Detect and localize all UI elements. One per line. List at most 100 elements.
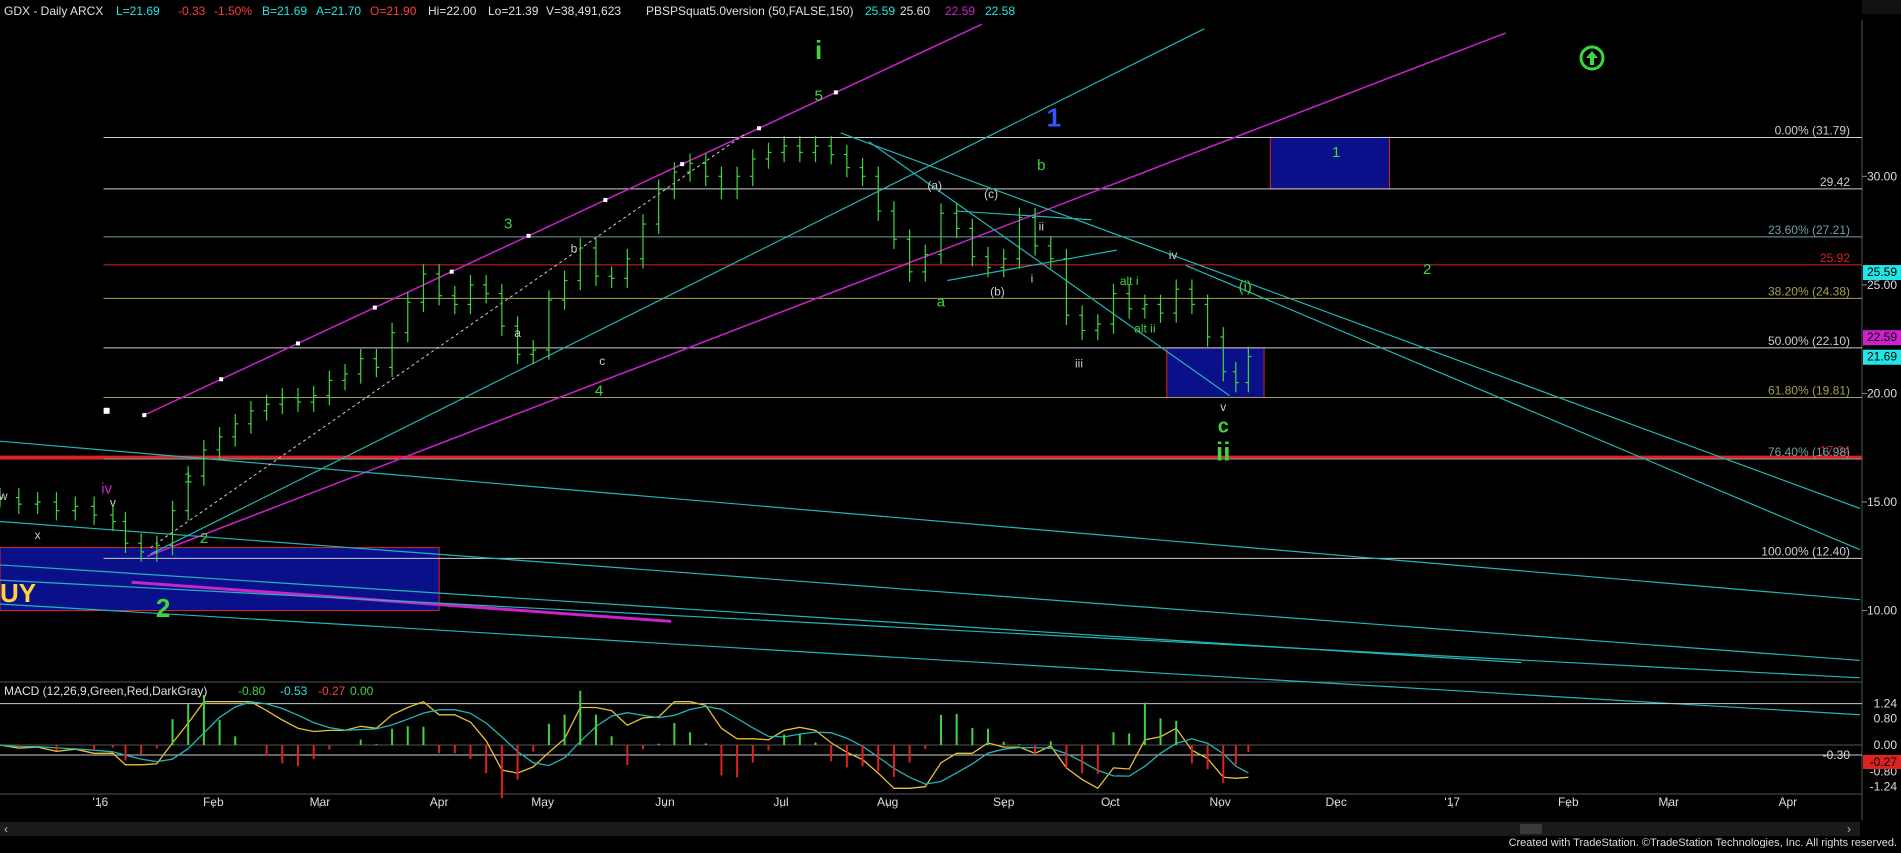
wave-label-11: a (937, 294, 946, 311)
macd-scale-2: 0.00 (1874, 738, 1898, 752)
wave-label-21: c (599, 354, 605, 368)
price-tick-label-0: 30.00 (1867, 169, 1897, 183)
x-tick-label-9: Oct (1101, 795, 1120, 809)
header-ind-value-4: 22.58 (985, 4, 1015, 18)
x-tick-label-5: Jun (655, 795, 674, 809)
wave-label-1: 5 (814, 87, 822, 104)
macd-value-2: -0.53 (280, 684, 308, 698)
channel-dot-5 (526, 233, 531, 238)
level-label-8: 76.40% (16.98) (1768, 445, 1850, 459)
wave-label-30: UY (0, 578, 36, 608)
price-badge-label-0: 25.59 (1867, 265, 1897, 279)
channel-dot-4 (449, 269, 454, 274)
header-ind-value-1: 25.59 (865, 4, 895, 18)
wave-label-6: ii (1039, 220, 1044, 234)
header-volume: V=38,491,623 (546, 4, 621, 18)
wave-label-5: (c) (984, 187, 998, 201)
channel-dot-6 (603, 197, 608, 202)
scroll-right-icon[interactable]: › (1847, 822, 1851, 836)
level-label-2: 23.60% (27.21) (1768, 223, 1850, 237)
tradestation-chart: 0.00% (31.79) 29.42 23.60% (27.21) 25.92 38.… (0, 0, 1901, 849)
wave-label-19: b (571, 241, 578, 255)
price-tick-label-3: 15.00 (1867, 495, 1897, 509)
channel-anchor-dot (103, 407, 110, 414)
scroll-left-icon[interactable]: ‹ (4, 822, 8, 836)
wave-label-14: iii (1075, 356, 1083, 370)
wave-label-4: (a) (927, 178, 942, 192)
header-ind-value-2: 25.60 (900, 4, 930, 18)
macd-side-label-1: -0.27 (1870, 755, 1898, 769)
macd-scale-1: 0.80 (1874, 711, 1898, 725)
target-box-wave-1 (1269, 136, 1391, 190)
wave-label-27: 1 (184, 469, 192, 486)
x-tick-label-13: Feb (1558, 795, 1579, 809)
wave-label-31: 1 (1332, 144, 1340, 161)
wave-label-20: a (514, 326, 521, 340)
level-label-9: 100.00% (12.40) (1761, 544, 1850, 558)
wave-label-29: 2 (156, 593, 170, 623)
header-change-pct: -1.50% (214, 4, 252, 18)
level-label-6: 61.80% (19.81) (1768, 384, 1850, 398)
level-label-4: 38.20% (24.38) (1768, 284, 1850, 298)
wave-label-2: 1 (1047, 102, 1061, 132)
x-tick-label-1: Feb (203, 795, 224, 809)
wave-label-9: i (1031, 272, 1034, 286)
x-tick-label-12: '17 (1444, 795, 1460, 809)
header-bid: B=21.69 (262, 4, 307, 18)
macd-value-4: 0.00 (350, 684, 374, 698)
header-ask: A=21.70 (316, 4, 361, 18)
macd-value-3: -0.27 (318, 684, 346, 698)
wave-label-15: v (1220, 400, 1226, 414)
wave-label-18: 3 (504, 215, 512, 232)
x-tick-label-4: May (531, 795, 554, 809)
channel-dot-2 (295, 341, 300, 346)
vertical-scrollbar[interactable] (1862, 0, 1901, 14)
x-tick-label-2: Mar (310, 795, 331, 809)
channel-dot-7 (680, 162, 685, 167)
header-change: -0.33 (178, 4, 206, 18)
price-chart-svg: 0.00% (31.79) 29.42 23.60% (27.21) 25.92 38.… (0, 0, 1901, 849)
wave-label-22: 4 (595, 383, 603, 400)
scrollbar-thumb[interactable] (1520, 824, 1542, 834)
wave-label-32: 2 (1423, 261, 1431, 278)
macd-value-1: -0.80 (238, 684, 266, 698)
wave-label-12: alt i (1120, 274, 1139, 288)
price-tick-label-4: 10.00 (1867, 604, 1897, 618)
wave-label-8: (i) (1239, 278, 1252, 295)
x-tick-label-10: Nov (1209, 795, 1230, 809)
wave-label-24: v (110, 495, 116, 509)
level-label-1: 29.42 (1820, 175, 1850, 189)
x-tick-label-7: Aug (877, 795, 898, 809)
price-badge-label-2: 21.69 (1867, 350, 1897, 364)
wave-label-25: w (0, 489, 8, 503)
header-low: Lo=21.39 (488, 4, 539, 18)
x-tick-label-6: Jul (773, 795, 788, 809)
x-tick-label-3: Apr (430, 795, 449, 809)
channel-dot-8 (757, 126, 762, 131)
wave-label-10: (b) (990, 285, 1005, 299)
footer-credit: Created with TradeStation. ©TradeStation… (1509, 837, 1897, 848)
header-symbol: GDX - Daily ARCX (4, 4, 103, 18)
x-tick-label-14: Mar (1658, 795, 1679, 809)
price-tick-label-2: 20.00 (1867, 386, 1897, 400)
x-tick-label-0: '16 (93, 795, 109, 809)
wave-label-26: x (35, 528, 41, 542)
price-badge-label-1: 22.59 (1867, 330, 1897, 344)
x-tick-label-8: Sep (993, 795, 1015, 809)
wave-label-28: 2 (200, 530, 208, 547)
header-last: L=21.69 (116, 4, 160, 18)
header-indicator: PBSPSquat5.0version (50,FALSE,150) (646, 4, 853, 18)
macd-side-label-0: -0.30 (1823, 748, 1851, 762)
wave-label-0: i (815, 35, 822, 65)
level-label-3: 25.92 (1820, 251, 1850, 265)
wave-label-17: ii (1216, 437, 1230, 467)
horizontal-scrollbar[interactable] (0, 822, 1860, 836)
wave-label-16: c (1218, 416, 1229, 438)
x-tick-label-15: Apr (1779, 795, 1798, 809)
channel-dot-3 (372, 305, 377, 310)
macd-title: MACD (12,26,9,Green,Red,DarkGray) (4, 684, 207, 698)
macd-scale-0: 1.24 (1874, 697, 1898, 711)
channel-dot-1 (219, 377, 224, 382)
target-box-wave-ii (1166, 347, 1265, 399)
wave-label-3: b (1037, 157, 1045, 174)
